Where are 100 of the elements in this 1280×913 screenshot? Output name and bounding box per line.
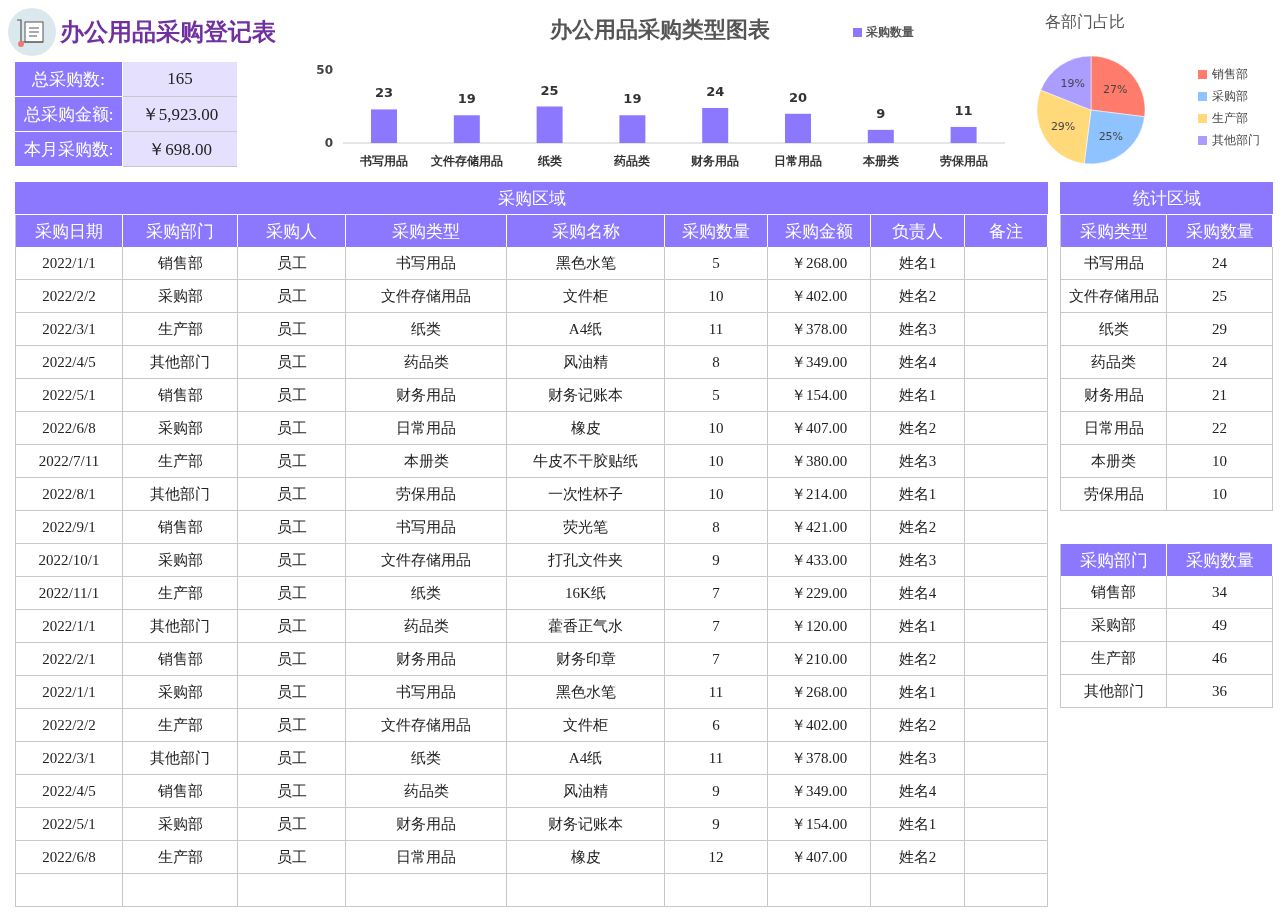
table-cell: 纸类: [346, 742, 507, 775]
table-cell: 财务用品: [346, 643, 507, 676]
summary-value: 165: [123, 62, 237, 97]
table-cell: 姓名1: [871, 808, 965, 841]
table-cell: 46: [1167, 642, 1273, 675]
table-cell: ￥154.00: [768, 379, 871, 412]
data-label: 9: [876, 105, 886, 121]
table-cell: ￥349.00: [768, 775, 871, 808]
table-cell: 药品类: [346, 775, 507, 808]
table-cell: 34: [1167, 576, 1273, 609]
table-cell: 员工: [238, 247, 346, 280]
legend-label: 销售部: [1212, 66, 1248, 83]
data-label: 19: [457, 91, 476, 107]
table-cell: 荧光笔: [507, 511, 665, 544]
legend-label: 采购数量: [866, 24, 914, 41]
table-cell: 10: [665, 280, 768, 313]
table-cell: 纸类: [346, 577, 507, 610]
cart-box-icon: [8, 8, 56, 56]
column-header: 采购数量: [665, 215, 768, 247]
section-header: 采购区域: [15, 182, 1048, 215]
column-header: 采购部门: [1061, 544, 1167, 576]
table-cell: 员工: [238, 577, 346, 610]
page-title: 办公用品采购登记表: [60, 17, 276, 48]
table-cell: 黑色水笔: [507, 676, 665, 709]
table-cell: 7: [665, 577, 768, 610]
table-cell: 2022/1/1: [16, 247, 123, 280]
table-cell: ￥378.00: [768, 313, 871, 346]
table-cell: 2022/2/2: [16, 709, 123, 742]
table-cell: 风油精: [507, 346, 665, 379]
table-cell: 员工: [238, 346, 346, 379]
table-cell: 36: [1167, 675, 1273, 708]
table-cell: 纸类: [1061, 313, 1167, 346]
table-cell: 财务记账本: [507, 808, 665, 841]
table-cell: 风油精: [507, 775, 665, 808]
table-cell: 24: [1167, 247, 1273, 280]
table-cell: 8: [665, 511, 768, 544]
table-cell: 财务印章: [507, 643, 665, 676]
column-header: 采购名称: [507, 215, 665, 247]
table-cell: 49: [1167, 609, 1273, 642]
table-cell: 5: [665, 247, 768, 280]
table-cell: 姓名3: [871, 742, 965, 775]
category-label: 本册类: [862, 154, 899, 168]
table-cell: 姓名3: [871, 544, 965, 577]
table-cell: ￥120.00: [768, 610, 871, 643]
table-cell: 姓名2: [871, 643, 965, 676]
table-cell: 采购部: [123, 280, 238, 313]
table-cell: 2022/2/1: [16, 643, 123, 676]
table-cell: 书写用品: [1061, 247, 1167, 280]
table-cell: 生产部: [123, 709, 238, 742]
slice-label: 25%: [1098, 129, 1124, 143]
table-cell: 2022/9/1: [16, 511, 123, 544]
table-cell: ￥214.00: [768, 478, 871, 511]
table-cell: 销售部: [123, 511, 238, 544]
table-cell: 9: [665, 808, 768, 841]
table-cell: 采购部: [123, 412, 238, 445]
data-label: 23: [374, 85, 394, 101]
category-label: 日常用品: [774, 154, 822, 168]
table-cell: 文件柜: [507, 709, 665, 742]
table-cell: 姓名4: [871, 577, 965, 610]
table-cell: 员工: [238, 643, 346, 676]
table-cell: ￥210.00: [768, 643, 871, 676]
table-cell: 24: [1167, 346, 1273, 379]
table-cell: 黑色水笔: [507, 247, 665, 280]
table-cell: 员工: [238, 379, 346, 412]
table-cell: 打孔文件夹: [507, 544, 665, 577]
table-cell: 2022/5/1: [16, 379, 123, 412]
table-cell: A4纸: [507, 313, 665, 346]
slice-label: 19%: [1060, 77, 1085, 91]
category-label: 药品类: [614, 154, 651, 168]
table-cell: ￥229.00: [768, 577, 871, 610]
table-cell: ￥378.00: [768, 742, 871, 775]
table-cell: 文件存储用品: [346, 544, 507, 577]
table-cell: 10: [665, 445, 768, 478]
data-label: 11: [954, 102, 973, 118]
table-cell: 采购部: [123, 544, 238, 577]
table-cell: ￥349.00: [768, 346, 871, 379]
table-cell: 生产部: [1061, 642, 1167, 675]
table-cell: 纸类: [346, 313, 507, 346]
table-cell: 姓名4: [871, 775, 965, 808]
table-cell: 员工: [238, 544, 346, 577]
table-cell: 采购部: [123, 808, 238, 841]
column-header: 负责人: [871, 215, 965, 247]
summary-label: 本月采购数:: [15, 132, 122, 167]
data-label: 25: [540, 82, 559, 98]
table-cell: ￥421.00: [768, 511, 871, 544]
table-cell: 药品类: [1061, 346, 1167, 379]
table-cell: 2022/1/1: [16, 676, 123, 709]
table-cell: 员工: [238, 445, 346, 478]
table-cell: 文件存储用品: [346, 280, 507, 313]
table-cell: 29: [1167, 313, 1273, 346]
table-cell: 姓名2: [871, 709, 965, 742]
table-cell: 2022/4/5: [16, 346, 123, 379]
column-header: 采购金额: [768, 215, 871, 247]
table-cell: 2022/8/1: [16, 478, 123, 511]
table-cell: 其他部门: [123, 346, 238, 379]
table-cell: ￥380.00: [768, 445, 871, 478]
table-cell: 一次性杯子: [507, 478, 665, 511]
table-cell: 员工: [238, 808, 346, 841]
table-cell: 员工: [238, 313, 346, 346]
table-cell: ￥154.00: [768, 808, 871, 841]
